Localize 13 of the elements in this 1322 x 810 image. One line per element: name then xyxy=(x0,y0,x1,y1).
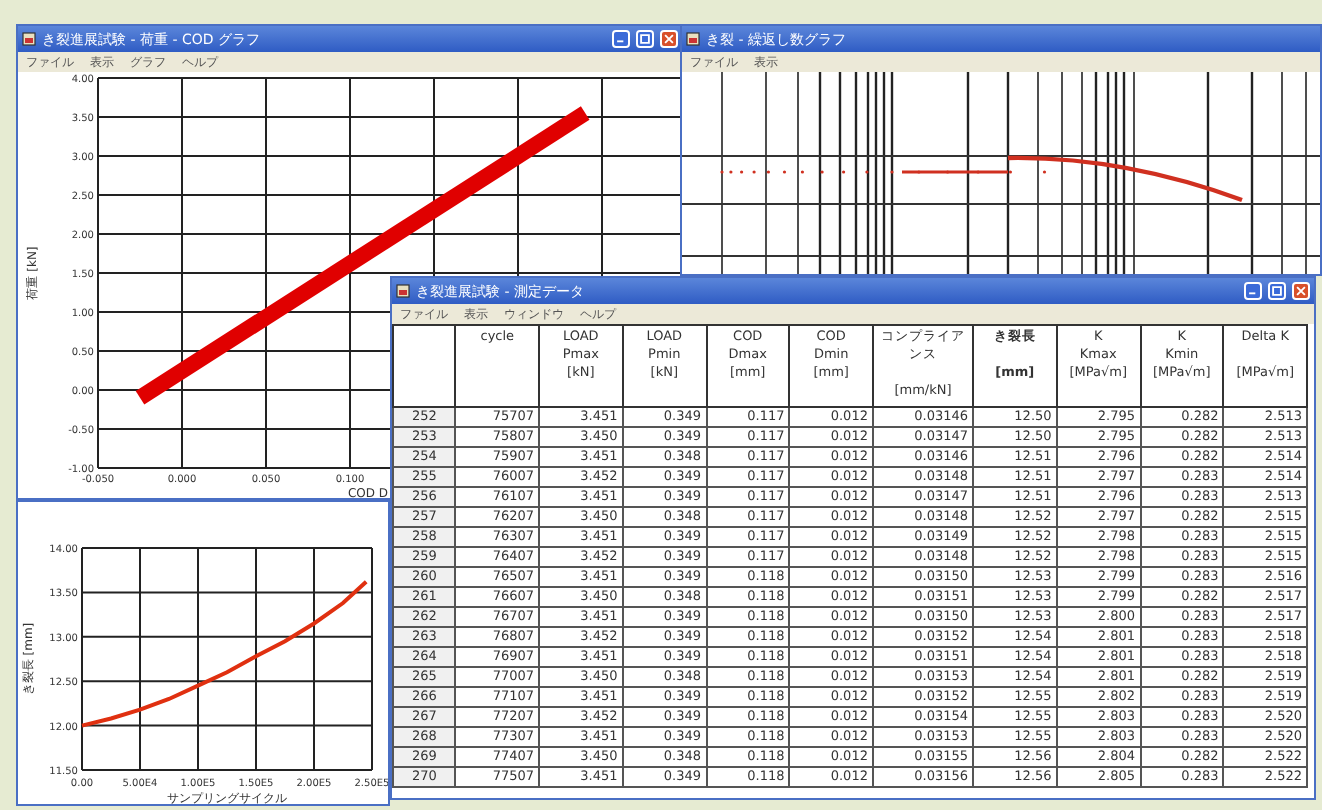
close-icon xyxy=(662,32,676,46)
window-icon xyxy=(396,284,410,298)
minimize-button[interactable] xyxy=(612,30,630,48)
maximize-icon xyxy=(638,32,652,46)
minimize-button[interactable] xyxy=(1244,282,1262,300)
window-icon xyxy=(686,32,700,46)
maximize-button[interactable] xyxy=(636,30,654,48)
close-button[interactable] xyxy=(1292,282,1310,300)
maximize-icon xyxy=(1270,284,1284,298)
close-button[interactable] xyxy=(660,30,678,48)
maximize-button[interactable] xyxy=(1268,282,1286,300)
close-icon xyxy=(1294,284,1308,298)
window-icon xyxy=(22,32,36,46)
